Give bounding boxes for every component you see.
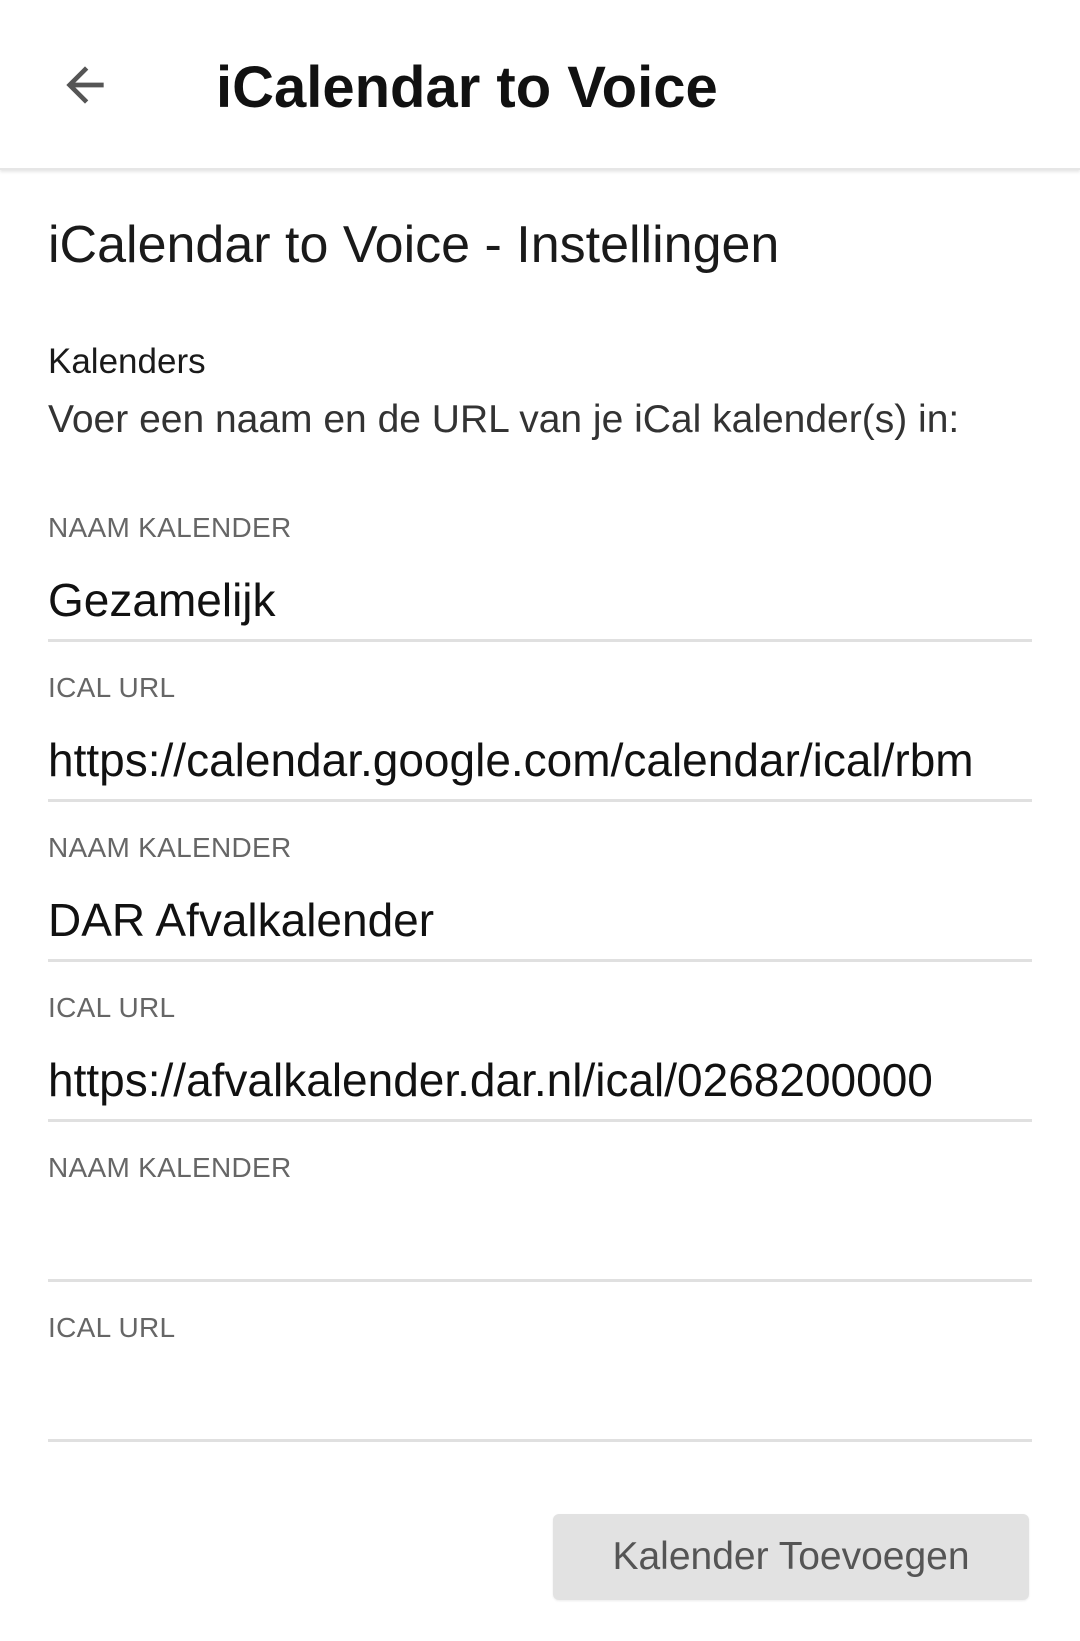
field-label: NAAM KALENDER [48,512,292,543]
calendar-name-field-3: NAAM KALENDER [48,1150,1032,1310]
ical-url-field-1: ICAL URL [48,670,1032,830]
calendar-name-input-1[interactable] [48,560,1032,642]
field-label: ICAL URL [48,672,176,703]
field-label: NAAM KALENDER [48,1152,292,1183]
calendar-name-input-3[interactable] [48,1200,1032,1282]
ical-url-input-2[interactable] [48,1040,1032,1122]
app-title: iCalendar to Voice [216,55,718,120]
back-button[interactable] [40,40,130,130]
app-bar: iCalendar to Voice [0,0,1080,170]
add-calendar-button[interactable]: Kalender Toevoegen [553,1514,1029,1600]
field-label: ICAL URL [48,1312,176,1343]
calendar-name-field-1: NAAM KALENDER [48,510,1032,670]
ical-url-input-1[interactable] [48,720,1032,802]
calendar-name-input-2[interactable] [48,880,1032,962]
ical-url-field-2: ICAL URL [48,990,1032,1150]
settings-screen: iCalendar to Voice iCalendar to Voice - … [0,0,1080,1641]
calendar-name-field-2: NAAM KALENDER [48,830,1032,990]
ical-url-field-3: ICAL URL [48,1310,1032,1470]
ical-url-input-3[interactable] [48,1360,1032,1442]
field-label: NAAM KALENDER [48,832,292,863]
section-description: Voer een naam en de URL van je iCal kale… [48,398,960,441]
field-label: ICAL URL [48,992,176,1023]
page-title: iCalendar to Voice - Instellingen [48,216,780,274]
section-label: Kalenders [48,342,206,381]
arrow-left-icon [66,66,104,104]
